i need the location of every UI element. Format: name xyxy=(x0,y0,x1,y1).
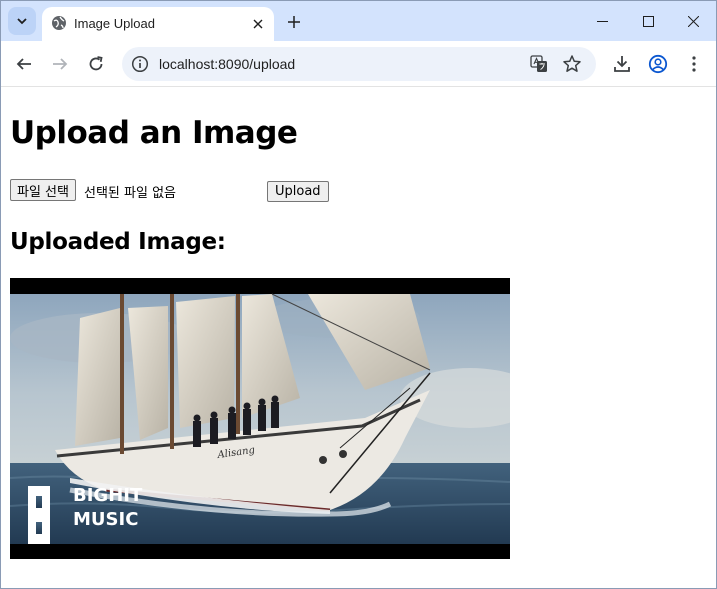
address-bar[interactable]: localhost:8090/upload xyxy=(122,47,596,81)
file-status-text: 선택된 파일 없음 xyxy=(84,186,176,201)
arrow-right-icon xyxy=(53,58,68,70)
chevron-down-icon xyxy=(17,18,27,25)
tab-strip: Image Upload xyxy=(1,1,716,41)
page-title: Upload an Image xyxy=(10,115,298,151)
url-text[interactable]: localhost:8090/upload xyxy=(159,56,295,72)
tab-title: Image Upload xyxy=(74,16,155,31)
menu-button[interactable] xyxy=(681,51,707,77)
close-icon xyxy=(253,19,263,29)
downloads-button[interactable] xyxy=(609,51,635,77)
plus-icon xyxy=(288,16,300,28)
account-circle-icon xyxy=(648,54,668,74)
site-info-icon[interactable] xyxy=(131,55,149,73)
minimize-button[interactable] xyxy=(579,1,625,41)
tab-close-button[interactable] xyxy=(248,14,268,34)
close-icon xyxy=(687,15,699,27)
arrow-left-icon xyxy=(16,58,31,70)
reload-button[interactable] xyxy=(81,49,111,79)
choose-file-button[interactable]: 파일 선택 xyxy=(10,179,76,201)
sailing-ship-photo: Alisang BIGHIT MUSIC xyxy=(10,278,510,559)
bookmark-star-icon[interactable] xyxy=(562,54,582,74)
forward-button[interactable] xyxy=(45,49,75,79)
window-close-button[interactable] xyxy=(670,1,716,41)
reload-icon xyxy=(89,56,103,71)
kebab-menu-icon xyxy=(692,56,696,72)
back-button[interactable] xyxy=(9,49,39,79)
uploaded-image-heading: Uploaded Image: xyxy=(10,229,226,255)
page-content: Upload an Image 파일 선택 선택된 파일 없음 Upload U… xyxy=(1,88,716,588)
browser-window: Image Upload localhost:8090/upload Uploa… xyxy=(0,0,717,589)
download-icon xyxy=(614,56,630,72)
upload-button[interactable]: Upload xyxy=(267,181,329,202)
globe-icon xyxy=(52,16,66,30)
watermark-line1: BIGHIT xyxy=(73,485,143,506)
new-tab-button[interactable] xyxy=(283,11,305,33)
translate-icon[interactable] xyxy=(530,55,548,73)
uploaded-image: Alisang BIGHIT MUSIC xyxy=(10,278,510,559)
maximize-icon xyxy=(642,15,654,27)
browser-toolbar: localhost:8090/upload xyxy=(1,41,716,87)
minimize-icon xyxy=(596,20,608,22)
profile-button[interactable] xyxy=(645,51,671,77)
browser-tab[interactable]: Image Upload xyxy=(42,7,274,41)
watermark-line2: MUSIC xyxy=(73,509,138,530)
tab-search-button[interactable] xyxy=(8,7,36,35)
maximize-button[interactable] xyxy=(625,1,671,41)
